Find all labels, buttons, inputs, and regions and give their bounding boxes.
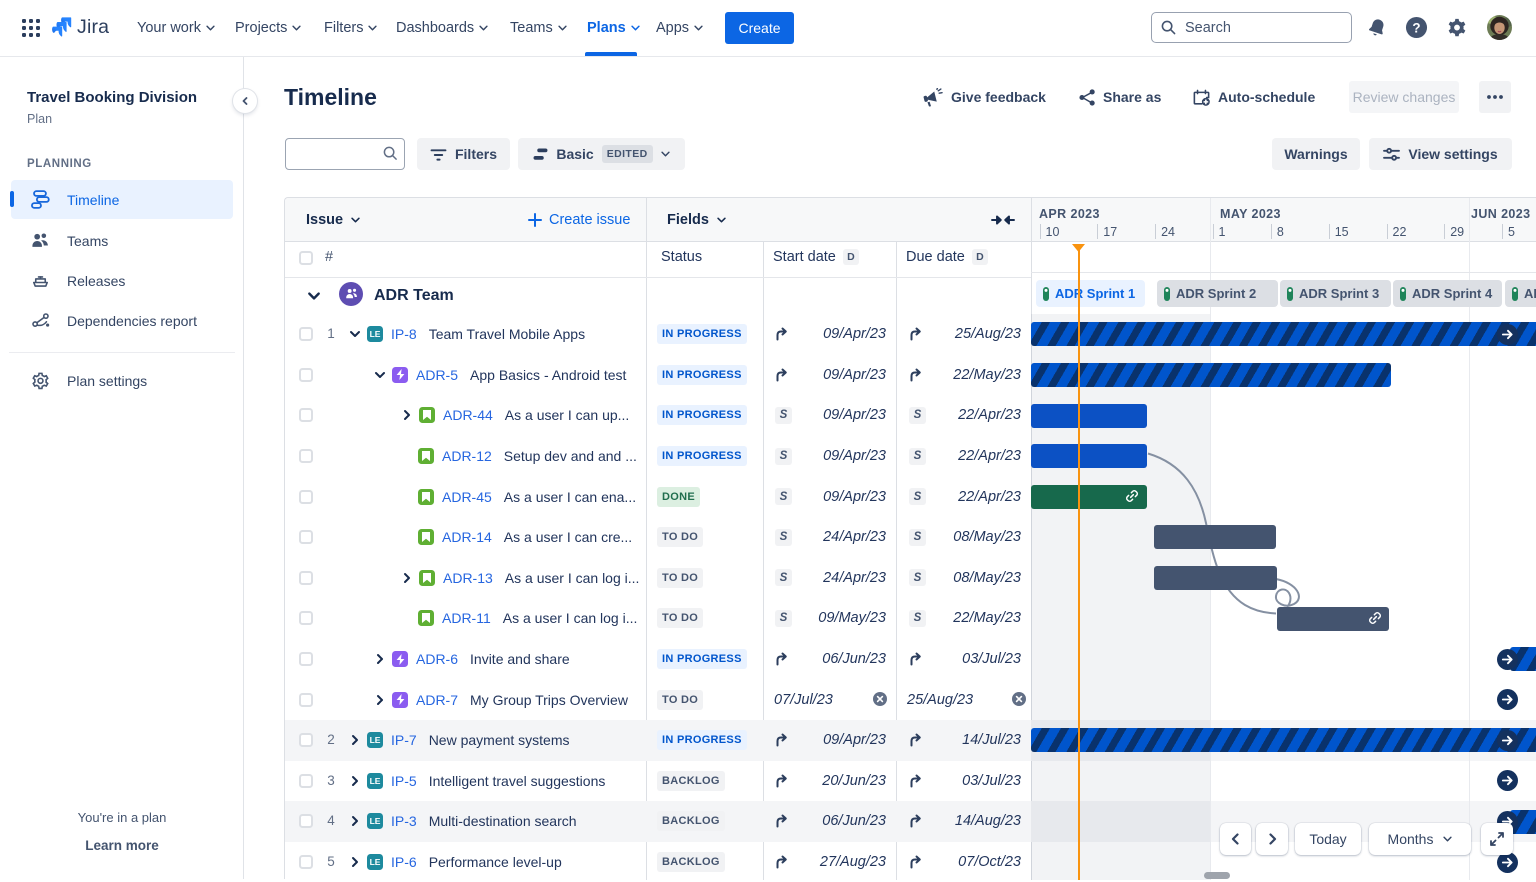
- svg-text:?: ?: [1412, 20, 1420, 35]
